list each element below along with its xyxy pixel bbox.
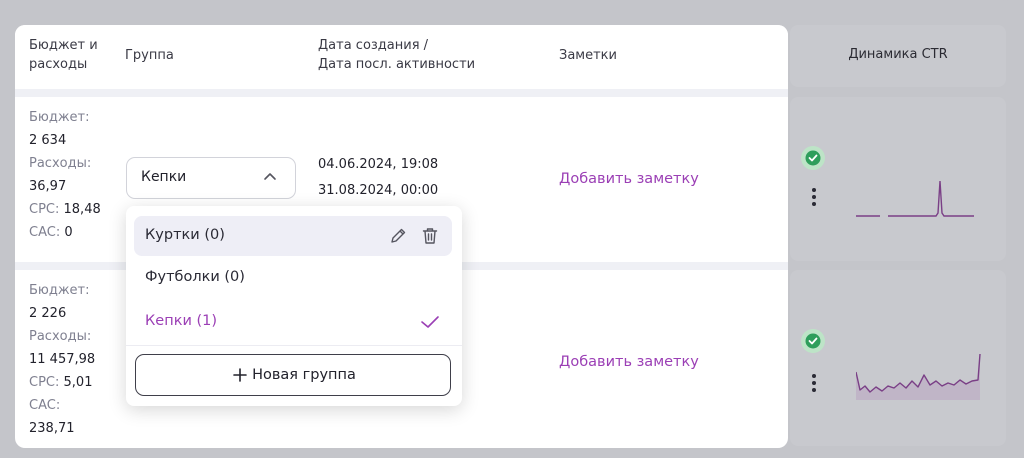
add-note-link[interactable]: Добавить заметку	[559, 354, 699, 370]
group-dropdown-menu: Куртки (0) Футболки (0) Кепки (1) Новая …	[126, 206, 462, 406]
new-group-button[interactable]: Новая группа	[135, 354, 451, 396]
cpc-label: CPC:	[29, 375, 60, 390]
ctr-sparkline	[856, 353, 981, 400]
status-ok-icon	[801, 329, 825, 353]
dropdown-option-label: Футболки (0)	[145, 269, 245, 285]
status-ok-icon	[801, 146, 825, 170]
dropdown-option-label: Кепки (1)	[145, 313, 218, 329]
dropdown-option-jackets[interactable]: Куртки (0)	[134, 216, 452, 256]
budget-label: Бюджет:	[29, 283, 90, 298]
cpc-label: CPC:	[29, 202, 60, 217]
ctr-sparkline	[856, 180, 974, 217]
dropdown-option-tshirts[interactable]: Футболки (0)	[134, 258, 452, 298]
column-header-budget: Бюджет и расходы	[29, 36, 98, 74]
ctr-row	[790, 97, 1006, 261]
budget-value: 2 634	[29, 133, 67, 148]
ctr-column-header: Динамика CTR	[790, 25, 1006, 87]
cpc-value: 18,48	[63, 202, 101, 217]
trash-icon[interactable]	[420, 226, 440, 246]
cpc-value: 5,01	[63, 375, 93, 390]
dropdown-option-caps[interactable]: Кепки (1)	[134, 302, 452, 342]
dropdown-divider	[126, 345, 462, 346]
cac-label: CAC:	[29, 398, 61, 413]
chevron-up-icon	[264, 173, 276, 180]
checkmark-icon	[421, 316, 439, 328]
add-note-link[interactable]: Добавить заметку	[559, 171, 699, 187]
table-header: Бюджет и расходы Группа Дата создания / …	[15, 25, 788, 89]
column-header-dates: Дата создания / Дата посл. активности	[318, 36, 475, 74]
last-activity-date: 31.08.2024, 00:00	[318, 183, 439, 198]
ctr-row	[790, 270, 1006, 446]
plus-icon	[233, 368, 247, 382]
created-date: 04.06.2024, 19:08	[318, 157, 439, 172]
dropdown-option-label: Куртки (0)	[145, 227, 225, 243]
group-select[interactable]: Кепки	[126, 157, 296, 199]
budget-label: Бюджет:	[29, 110, 90, 125]
column-header-budget-line1: Бюджет и	[29, 38, 98, 53]
column-header-dates-line1: Дата создания /	[318, 38, 429, 53]
budget-value: 2 226	[29, 306, 67, 321]
spend-label: Расходы:	[29, 156, 92, 171]
cac-value: 238,71	[29, 421, 75, 436]
row-divider	[15, 89, 788, 97]
new-group-label: Новая группа	[252, 367, 356, 383]
table-row-budget-cell: Бюджет: 2 226 Расходы: 11 457,98 CPC: 5,…	[29, 279, 95, 440]
more-options-icon[interactable]	[812, 374, 816, 395]
cac-label: CAC:	[29, 225, 61, 240]
table-row-budget-cell: Бюджет: 2 634 Расходы: 36,97 CPC: 18,48 …	[29, 106, 101, 244]
spend-value: 36,97	[29, 179, 67, 194]
column-header-group: Группа	[125, 48, 174, 63]
more-options-icon[interactable]	[812, 188, 816, 209]
column-header-notes: Заметки	[559, 48, 617, 63]
cac-value: 0	[64, 225, 73, 240]
group-select-value: Кепки	[141, 169, 187, 185]
spend-value: 11 457,98	[29, 352, 96, 367]
spend-label: Расходы:	[29, 329, 92, 344]
ctr-column-title: Динамика CTR	[848, 47, 948, 62]
column-header-budget-line2: расходы	[29, 57, 88, 72]
column-header-dates-line2: Дата посл. активности	[318, 57, 476, 72]
pencil-icon[interactable]	[388, 226, 408, 246]
